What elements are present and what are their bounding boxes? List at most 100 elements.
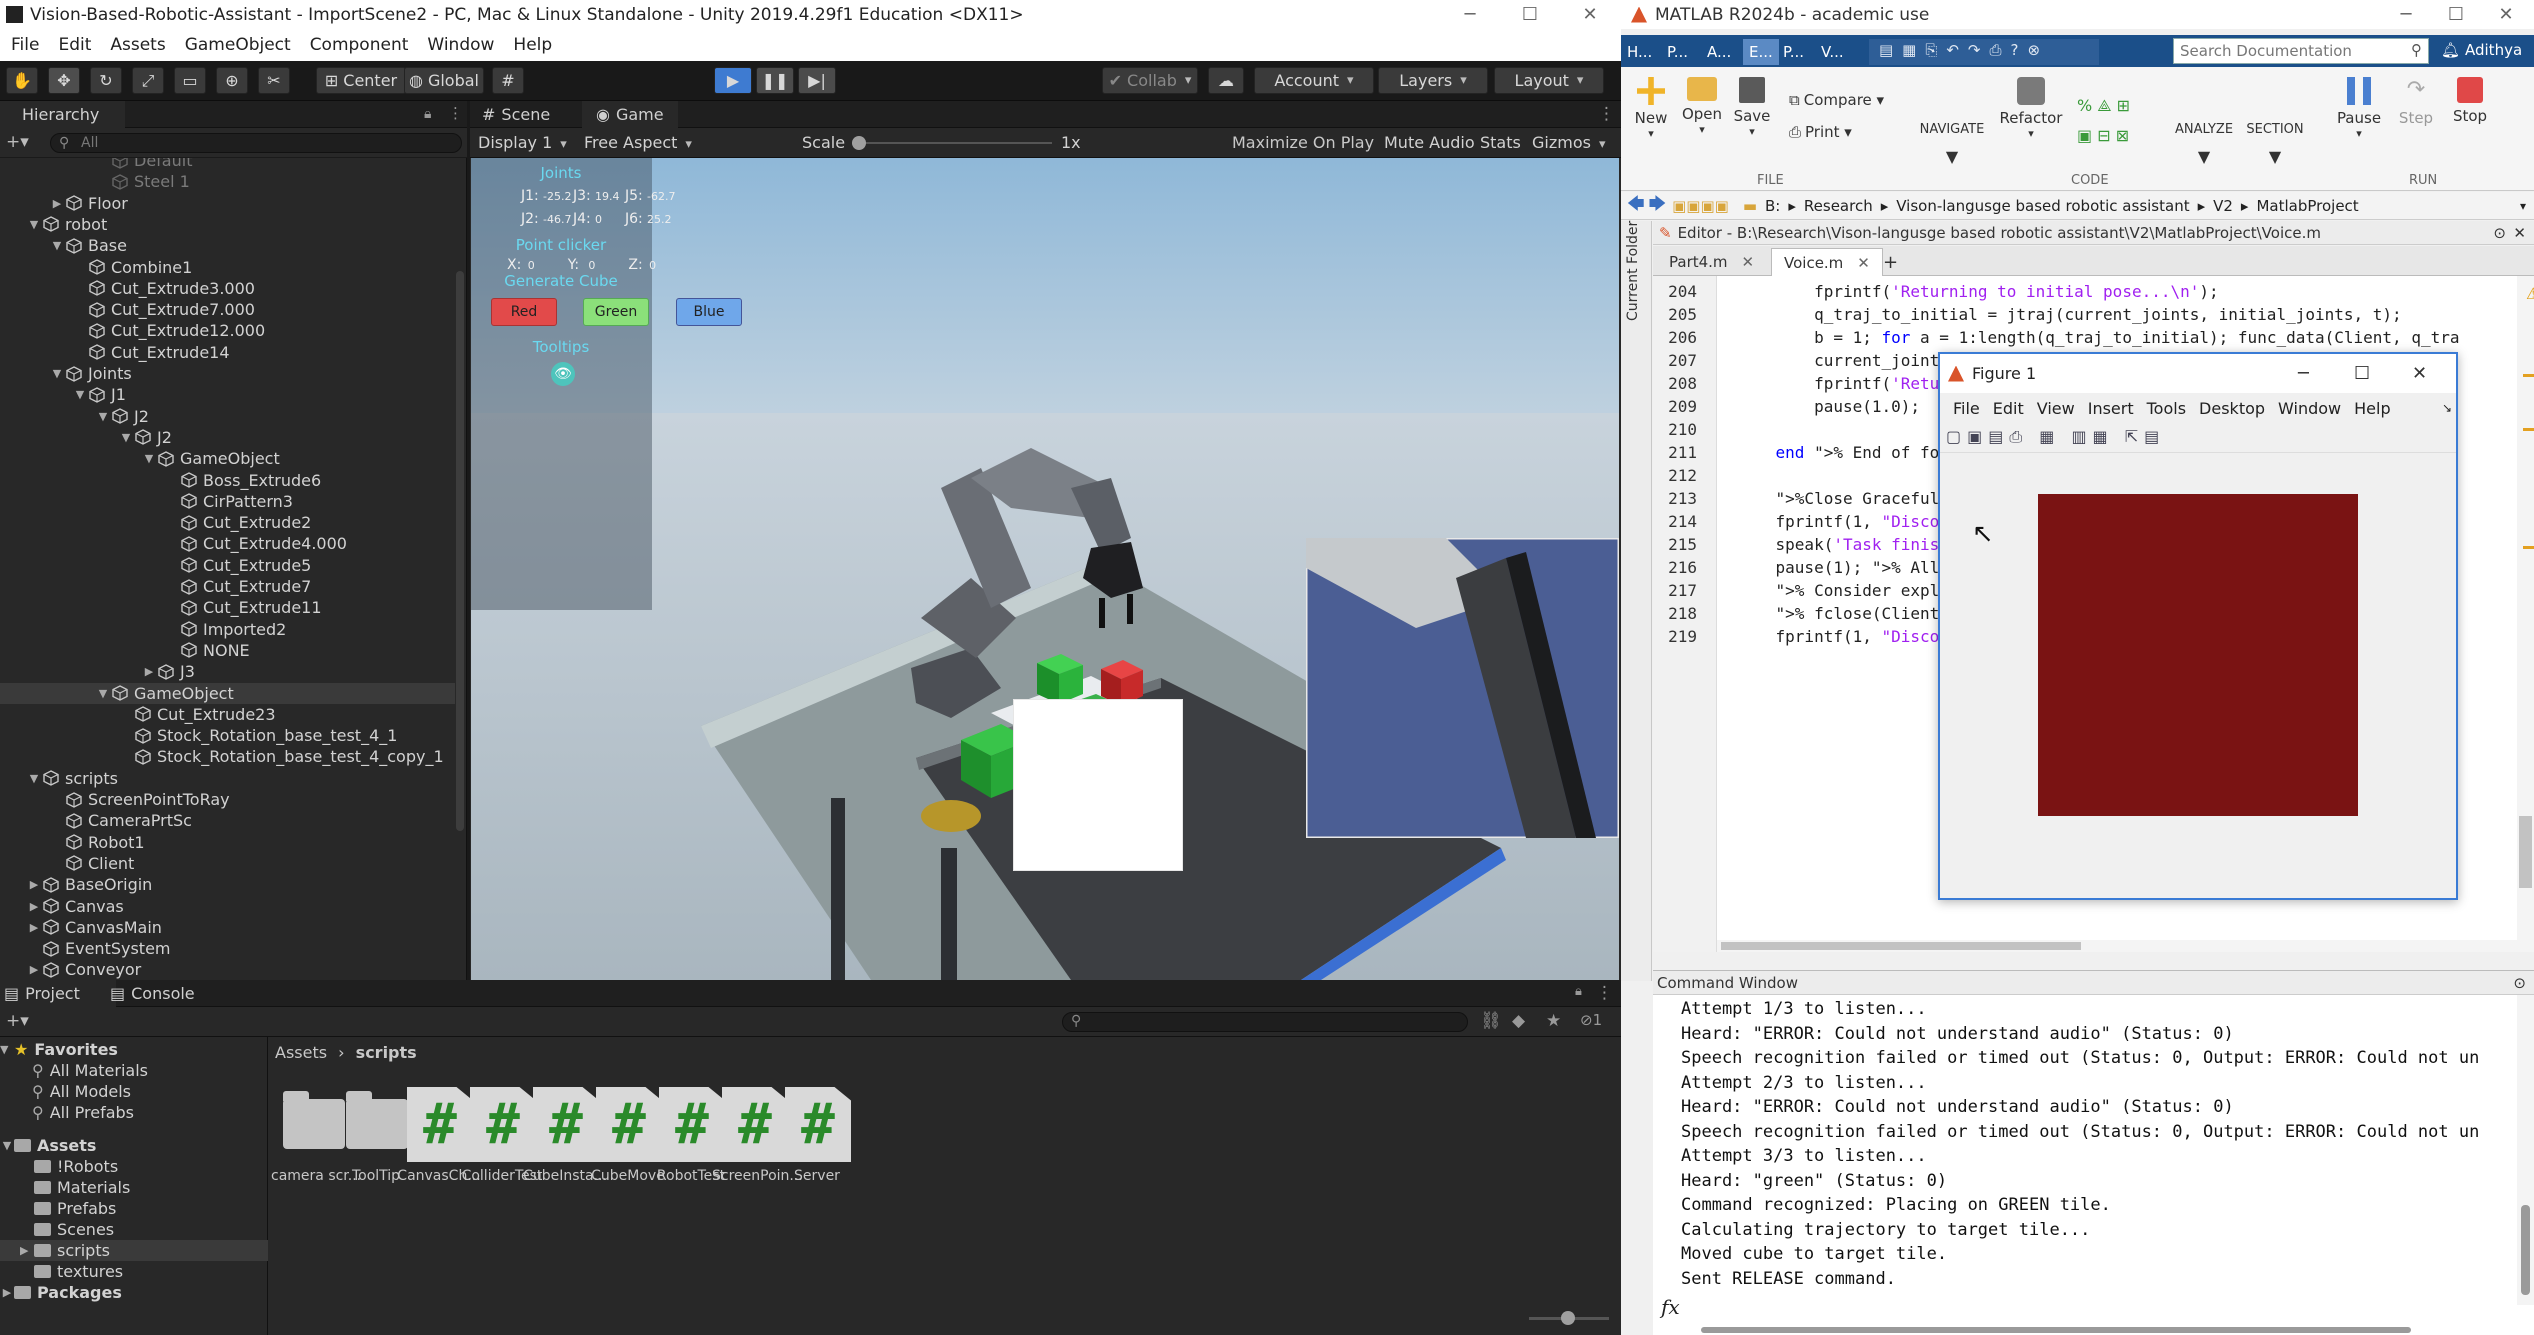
collapsed-arrow-icon[interactable]: ▶ (27, 900, 41, 913)
project-kebab-icon[interactable]: ⋮ (1596, 983, 1613, 1003)
refactor-button[interactable]: Refactor ▾ (1993, 77, 2069, 140)
code-tools-icons[interactable]: % ⟁ ⊞ ▣ ⊟ ⊠ (2077, 91, 2157, 151)
asset-item[interactable]: # Server (785, 1087, 851, 1184)
maximize-on-play-toggle[interactable]: Maximize On Play (1232, 133, 1374, 152)
save-button[interactable]: Save ▾ (1729, 77, 1775, 138)
scale-tool-icon[interactable]: ⤢ (132, 67, 164, 94)
hierarchy-item[interactable]: Cut_Extrude3.000 (0, 278, 455, 299)
file-tab-part4[interactable]: Part4.m ✕ (1657, 248, 1766, 276)
breadcrumb-assets[interactable]: Assets (275, 1043, 327, 1062)
hierarchy-item[interactable]: Combine1 (0, 257, 455, 278)
tab-scene[interactable]: # Scene (482, 101, 550, 128)
collapsed-arrow-icon[interactable]: ▶ (50, 197, 64, 210)
rect-tool-icon[interactable]: ▭ (174, 67, 206, 94)
hierarchy-item[interactable]: ▶ Canvas (0, 896, 455, 917)
hierarchy-item[interactable]: Boss_Extrude6 (0, 470, 455, 491)
navigate-button[interactable]: NAVIGATE ▼ (1907, 119, 1997, 166)
tab-game[interactable]: ◉ Game (582, 101, 678, 128)
hierarchy-item[interactable]: ▼ robot (0, 214, 455, 235)
favorite-all-models[interactable]: ⚲ All Models (0, 1081, 268, 1102)
project-folder-textures[interactable]: textures (0, 1261, 268, 1282)
path-matlabproject[interactable]: MatlabProject (2256, 197, 2358, 215)
file-tab-voice[interactable]: Voice.m ✕ (1771, 248, 1883, 276)
hierarchy-item[interactable]: Cut_Extrude5 (0, 555, 455, 576)
warning-marker[interactable] (2523, 546, 2534, 549)
command-window-menu-icon[interactable]: ⊙ (2513, 974, 2526, 992)
add-icon[interactable]: +▾ (6, 132, 29, 152)
path-research[interactable]: Research (1804, 197, 1873, 215)
editor-horizontal-scrollbar[interactable] (1717, 940, 2517, 952)
hierarchy-item[interactable]: Imported2 (0, 619, 455, 640)
code-line[interactable]: 204 fprintf('Returning to initial pose..… (1653, 280, 2513, 303)
fig-menu-file[interactable]: File (1953, 399, 1980, 418)
game-viewport[interactable]: Joints J1: -25.2 J3: 19.4 J5: -62.7 J2: -46.7 J… (471, 158, 1619, 980)
path-project[interactable]: Vison-langusge based robotic assistant (1896, 197, 2189, 215)
expanded-arrow-icon[interactable]: ▼ (50, 239, 64, 252)
print-button[interactable]: ⎙ Print ▾ (1789, 123, 1909, 141)
hierarchy-item[interactable]: ▼ scripts (0, 768, 455, 789)
aspect-dropdown[interactable]: Free Aspect (584, 133, 790, 152)
hierarchy-item[interactable]: ▼ Joints (0, 363, 455, 384)
project-folder-scenes[interactable]: Scenes (0, 1219, 268, 1240)
hierarchy-item[interactable]: ▼ GameObject (0, 682, 455, 704)
expanded-arrow-icon[interactable]: ▼ (27, 218, 41, 231)
stop-run-button[interactable]: Stop (2445, 77, 2495, 125)
hierarchy-item[interactable]: EventSystem (0, 938, 455, 959)
collapsed-arrow-icon[interactable]: ▶ (27, 963, 41, 976)
hierarchy-item[interactable]: Cut_Extrude11 (0, 597, 455, 618)
hierarchy-item[interactable]: ▶ CanvasMain (0, 917, 455, 938)
collapsed-arrow-icon[interactable]: ▶ (20, 1244, 34, 1257)
matlab-minimize-icon[interactable]: ─ (2381, 0, 2431, 29)
hierarchy-item[interactable]: ▼ J1 (0, 384, 455, 405)
hierarchy-item[interactable]: Cut_Extrude2 (0, 512, 455, 533)
menu-assets[interactable]: Assets (110, 35, 165, 55)
hidden-packages-toggle[interactable]: ⊘1 (1580, 1011, 1602, 1029)
menu-file[interactable]: File (11, 35, 39, 55)
new-button[interactable]: New ▾ (1629, 77, 1673, 140)
fig-menu-window[interactable]: Window (2278, 399, 2341, 418)
user-name[interactable]: Adithya (2465, 41, 2522, 59)
ribbon-tab-apps[interactable]: A... (1707, 39, 1731, 65)
back-arrow-icon[interactable]: 🡄 (1627, 191, 1645, 220)
packages-header[interactable]: ▶ Packages (0, 1282, 268, 1303)
pivot-center-button[interactable]: ⊞ Center (316, 67, 406, 94)
fig-menu-tools[interactable]: Tools (2147, 399, 2186, 418)
menu-window[interactable]: Window (427, 35, 494, 55)
cmd-scroll-thumb[interactable] (2521, 1205, 2530, 1295)
cloud-icon[interactable]: ☁ (1208, 67, 1244, 94)
project-folder-materials[interactable]: Materials (0, 1177, 268, 1198)
address-dropdown-icon[interactable]: ▾ (2520, 199, 2526, 213)
scrollbar-thumb[interactable] (2519, 816, 2532, 888)
editor-expand-icon[interactable]: ⊙ (2493, 224, 2506, 242)
expanded-arrow-icon[interactable]: ▼ (50, 367, 64, 380)
notification-bell-icon[interactable]: 🔔︎ (2441, 41, 2460, 59)
hierarchy-item[interactable]: Robot1 (0, 832, 455, 853)
section-button[interactable]: SECTION ▼ (2237, 119, 2313, 166)
quick-access-icons[interactable]: ▤▦⎘↶↷⎙?⊗ (1879, 41, 2049, 59)
favorite-all-prefabs[interactable]: ⚲ All Prefabs (0, 1102, 268, 1123)
generate-blue-button[interactable]: Blue (676, 298, 742, 326)
hierarchy-item[interactable]: Client (0, 853, 455, 874)
hierarchy-item[interactable]: Cut_Extrude12.000 (0, 320, 455, 341)
hand-tool-icon[interactable]: ✋ (6, 67, 38, 94)
stats-toggle[interactable]: Stats (1480, 133, 1521, 152)
matlab-maximize-icon[interactable]: ☐ (2431, 0, 2481, 29)
hierarchy-item[interactable]: Cut_Extrude14 (0, 342, 455, 363)
figure-axes[interactable] (2038, 494, 2358, 816)
project-add-icon[interactable]: +▾ (6, 1011, 29, 1031)
grid-snap-icon[interactable]: # (492, 67, 524, 94)
favorites-header[interactable]: ▼ ★ Favorites (0, 1039, 268, 1060)
command-horizontal-scrollbar[interactable] (1701, 1327, 2411, 1333)
hierarchy-item[interactable]: Stock_Rotation_base_test_4_copy_1 (0, 746, 455, 767)
ribbon-tab-home[interactable]: H... (1627, 39, 1652, 65)
maximize-icon[interactable]: ☐ (1500, 0, 1560, 29)
figure-maximize-icon[interactable]: ☐ (2354, 363, 2370, 384)
collab-button[interactable]: ✔ Collab (1102, 67, 1198, 94)
gizmos-dropdown[interactable]: Gizmos (1532, 133, 1605, 152)
hierarchy-item[interactable]: ▶ Conveyor (0, 959, 455, 980)
tab-close-icon[interactable]: ✕ (1742, 253, 1755, 271)
hierarchy-item[interactable]: ScreenPointToRay (0, 789, 455, 810)
favorite-star-icon[interactable]: ★ (1546, 1011, 1561, 1031)
transform-tool-icon[interactable]: ⊕ (216, 67, 248, 94)
hierarchy-item[interactable]: Cut_Extrude4.000 (0, 533, 455, 554)
